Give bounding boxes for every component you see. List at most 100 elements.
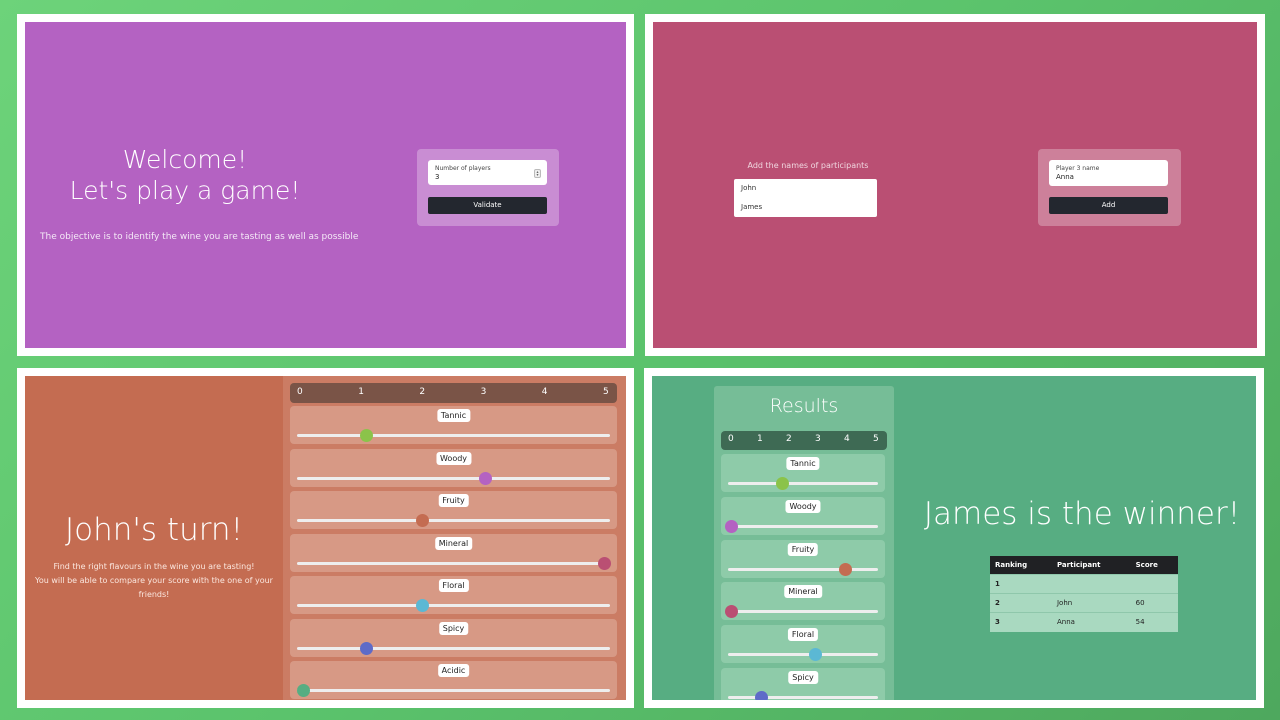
scale-tick-label: 2: [419, 387, 426, 397]
scale-tick-label: 0: [728, 434, 734, 444]
flavour-slider-spicy[interactable]: Spicy: [721, 668, 885, 700]
slider-thumb[interactable]: [755, 691, 768, 700]
welcome-heading: Welcome! Let's play a game!: [40, 144, 330, 206]
flavour-label: Tannic: [786, 457, 820, 470]
flavour-slider-tannic[interactable]: Tannic: [721, 454, 885, 492]
slider-thumb[interactable]: [725, 519, 738, 533]
slider-track[interactable]: [297, 471, 610, 485]
slider-thumb[interactable]: [297, 684, 311, 697]
table-cell: 54: [1130, 612, 1178, 632]
participants-title: Add the names of participants: [747, 161, 869, 170]
slider-thumb[interactable]: [416, 514, 430, 527]
results-title: Results: [769, 395, 839, 417]
slider-thumb[interactable]: [725, 605, 738, 619]
table-cell: 1: [990, 574, 1052, 594]
spinner-icon[interactable]: ▴ ▾: [534, 169, 541, 178]
flavour-slider-floral[interactable]: Floral: [721, 625, 885, 664]
flavour-label: Mineral: [434, 536, 473, 550]
slider-thumb[interactable]: [839, 562, 852, 576]
flavour-slider-mineral[interactable]: Mineral: [290, 533, 617, 572]
flavour-label: Spicy: [788, 671, 818, 684]
scale-tick-label: 5: [873, 434, 879, 444]
slider-track[interactable]: [297, 641, 610, 655]
flavour-slider-spicy[interactable]: Spicy: [290, 618, 617, 657]
slider-thumb[interactable]: [597, 556, 611, 570]
flavour-slider-floral[interactable]: Floral: [290, 576, 617, 614]
results-column: Results 0 1 2 3 4 5 Tannic Woody Fruity Mineral F…: [714, 386, 894, 700]
slider-track[interactable]: [297, 514, 610, 527]
add-button[interactable]: Add: [1049, 197, 1168, 214]
scale-tick-label: 1: [358, 387, 364, 397]
slider-track[interactable]: [728, 562, 878, 576]
flavour-slider-woody[interactable]: Woody: [721, 496, 885, 535]
scale-bar: 0 1 2 3 4 5: [721, 431, 887, 450]
scale-tick-label: 4: [541, 387, 548, 397]
slider-track[interactable]: [728, 691, 878, 700]
flavour-label: Woody: [435, 451, 472, 465]
scale-tick-label: 0: [297, 387, 303, 397]
slider-track[interactable]: [297, 429, 610, 442]
scale-tick-label: 5: [603, 387, 609, 397]
list-item: James: [741, 203, 763, 211]
players-count-input[interactable]: Number of players 3 ▴ ▾: [428, 160, 547, 185]
slider-thumb[interactable]: [809, 648, 822, 662]
flavour-slider-tannic[interactable]: Tannic: [290, 406, 617, 444]
flavour-label: Floral: [438, 579, 469, 592]
table-cell: [1051, 574, 1131, 594]
slider-track[interactable]: [728, 477, 878, 490]
flavour-label: Mineral: [784, 585, 822, 599]
slider-thumb[interactable]: [776, 477, 789, 490]
flavour-label: Tannic: [436, 409, 471, 422]
table-row: 3 Anna 54: [990, 612, 1178, 632]
instructions-line1: Find the right flavours in the wine you …: [53, 562, 255, 571]
flavour-label: Spicy: [438, 621, 469, 635]
welcome-panel: Welcome! Let's play a game! The objectiv…: [17, 14, 634, 356]
slider-track[interactable]: [297, 599, 610, 612]
table-cell: Anna: [1051, 612, 1131, 632]
names-screen: Add the names of participants John James…: [653, 22, 1257, 348]
instructions-line2: You will be able to compare your score w…: [35, 576, 273, 599]
table-header: Participant: [1051, 556, 1131, 575]
instructions-text: Find the right flavours in the wine you …: [25, 560, 283, 602]
scale-tick-label: 1: [757, 434, 763, 444]
player-name-input[interactable]: Player 3 name Anna: [1049, 160, 1168, 186]
slider-track[interactable]: [728, 648, 878, 662]
table-row: 2 John 60: [990, 593, 1178, 613]
table-header: Score: [1130, 556, 1178, 575]
flavour-slider-mineral[interactable]: Mineral: [721, 582, 885, 621]
welcome-heading-line2: Let's play a game!: [69, 176, 301, 205]
players-count-label: Number of players: [435, 165, 491, 172]
slider-thumb[interactable]: [416, 599, 430, 612]
flavour-label: Fruity: [787, 542, 819, 556]
slider-thumb[interactable]: [478, 471, 492, 485]
table-header-row: Ranking Participant Score: [990, 556, 1178, 575]
scale-tick-label: 3: [480, 387, 487, 397]
flavour-slider-fruity[interactable]: Fruity: [721, 539, 885, 578]
flavour-label: Acidic: [437, 664, 470, 677]
players-form: Number of players 3 ▴ ▾ Validate: [417, 149, 559, 226]
slider-track[interactable]: [297, 556, 611, 570]
results-screen: Results 012345 Tannic Woody Fruity Mineral F…: [652, 376, 1256, 700]
objective-text: The objective is to identify the wine yo…: [40, 232, 359, 242]
players-count-value: 3: [435, 173, 440, 181]
player-name-label: Player 3 name: [1056, 165, 1100, 172]
flavour-slider-acidic[interactable]: Acidic: [290, 661, 617, 699]
flavour-label: Floral: [787, 628, 819, 642]
scale-bar: 0 1 2 3 4 5: [290, 383, 617, 403]
scale-tick-label: 3: [815, 434, 821, 444]
slider-track[interactable]: [725, 519, 878, 533]
slider-thumb[interactable]: [359, 429, 373, 442]
welcome-heading-line1: Welcome!: [122, 145, 248, 174]
validate-button[interactable]: Validate: [428, 197, 547, 214]
flavour-slider-fruity[interactable]: Fruity: [290, 491, 617, 529]
table-cell: 3: [990, 612, 1052, 632]
flavour-slider-woody[interactable]: Woody: [290, 448, 617, 487]
slider-thumb[interactable]: [359, 641, 373, 655]
slider-track[interactable]: [725, 605, 878, 619]
table-cell: John: [1051, 593, 1131, 613]
participants-list: John James: [734, 179, 877, 217]
slider-track[interactable]: [297, 684, 610, 697]
flavour-label: Woody: [785, 499, 821, 513]
list-item: John: [741, 184, 757, 192]
table-cell: 2: [990, 593, 1052, 613]
